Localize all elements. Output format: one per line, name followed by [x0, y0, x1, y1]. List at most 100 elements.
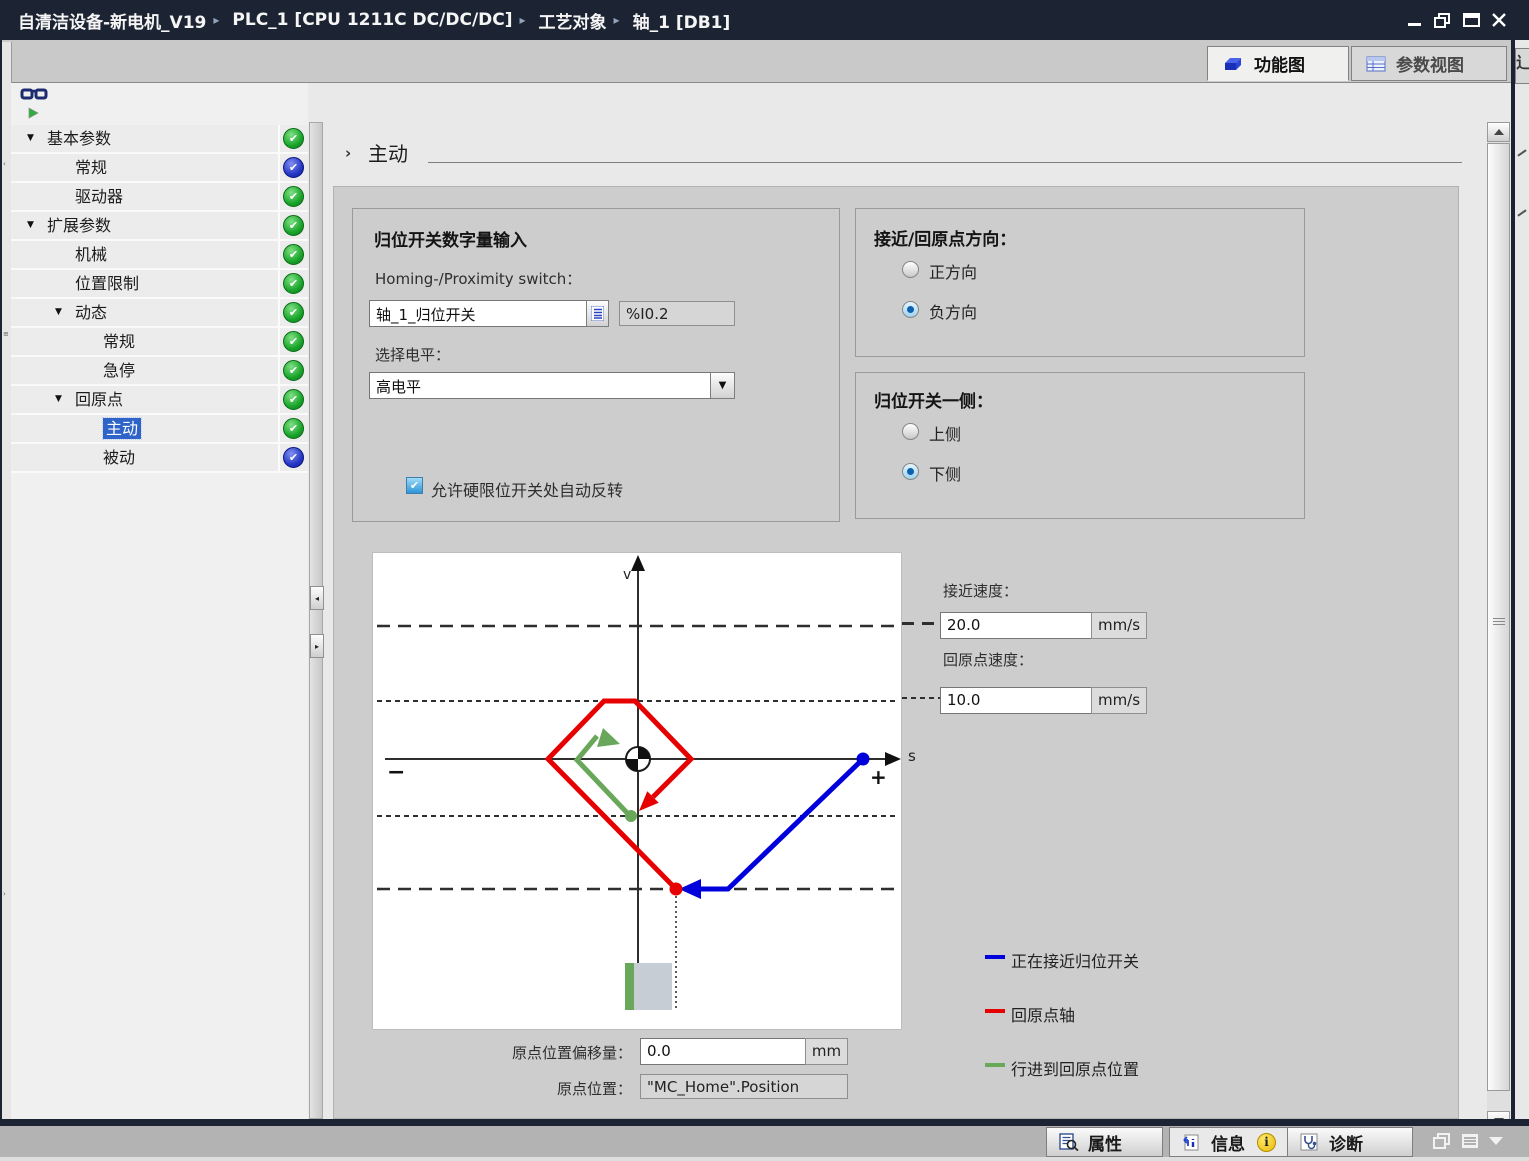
title-bar: 自清洁设备-新电机_V19 ▸ PLC_1 [CPU 1211C DC/DC/D… [0, 0, 1529, 40]
right-panel-mark[interactable] [1517, 209, 1526, 216]
homing-speed-connector [902, 697, 942, 699]
breadcrumb-project[interactable]: 自清洁设备-新电机_V19 [18, 8, 206, 33]
approach-speed-unit: mm/s [1091, 612, 1147, 639]
tab-info-label: 信息 [1211, 1130, 1245, 1155]
float-panel-icon[interactable] [1432, 1132, 1452, 1150]
tab-diagnostics[interactable]: 诊断 [1287, 1127, 1413, 1157]
view-tab-strip: 功能图 参数视图 [2, 40, 1511, 83]
sidebar-item-homing-active[interactable]: 主动 ✔ [11, 415, 308, 444]
scroll-up-icon[interactable] [1487, 122, 1510, 142]
parameter-view-icon [1366, 56, 1386, 72]
plus-label: + [870, 765, 887, 789]
negative-direction-label: 负方向 [929, 299, 977, 323]
sidebar-item-mechanics[interactable]: 机械 ✔ [11, 241, 308, 270]
approach-speed-label: 接近速度： [943, 580, 1018, 601]
right-panel-mark[interactable] [1517, 149, 1526, 156]
sidebar-item-emergency-stop[interactable]: 急停 ✔ [11, 357, 308, 386]
expander-icon[interactable]: ▼ [27, 125, 34, 152]
splitter-left-icon[interactable]: ◂ [310, 586, 324, 610]
status-ok-icon: ✔ [283, 418, 304, 439]
chevron-down-icon[interactable] [1488, 1136, 1504, 1146]
level-label: 选择电平： [375, 344, 450, 365]
legend-label-approach: 正在接近归位开关 [1011, 948, 1139, 972]
status-info-icon: ✔ [283, 157, 304, 178]
expander-icon[interactable]: ▼ [55, 299, 62, 326]
approach-speed-input[interactable]: 20.0 [940, 612, 1092, 639]
diagnostics-icon [1300, 1133, 1320, 1151]
panel-list-icon[interactable] [1460, 1132, 1480, 1150]
page-title: 主动 [368, 138, 408, 167]
expander-icon[interactable]: ▼ [55, 386, 62, 413]
play-icon[interactable] [27, 104, 39, 123]
direction-groupbox: 接近/回原点方向： 正方向 负方向 [855, 208, 1305, 357]
status-ok-icon: ✔ [283, 302, 304, 323]
breadcrumb-axis[interactable]: 轴_1 [DB1] [633, 8, 731, 33]
status-ok-icon: ✔ [283, 273, 304, 294]
homing-speed-label: 回原点速度： [943, 649, 1033, 670]
auto-reverse-checkbox[interactable]: ✔ [406, 477, 423, 494]
minimize-button[interactable] [1403, 9, 1427, 31]
homing-speed-input[interactable]: 10.0 [940, 687, 1092, 714]
function-view-icon [1222, 55, 1244, 73]
tab-diagnostics-label: 诊断 [1329, 1130, 1363, 1155]
splitter-menu-icon[interactable]: ≡ [3, 330, 9, 338]
s-axis-label: s [908, 747, 916, 765]
sidebar-item-homing[interactable]: ▼ 回原点 ✔ [11, 386, 308, 415]
sidebar-item-basic-parameters[interactable]: ▼ 基本参数 ✔ [11, 125, 308, 154]
sidebar-item-drive[interactable]: 驱动器 ✔ [11, 183, 308, 212]
sidebar-item-dynamics-general[interactable]: 常规 ✔ [11, 328, 308, 357]
tab-parameter-view[interactable]: 参数视图 [1351, 46, 1507, 81]
section-rule [428, 162, 1462, 163]
level-dropdown-button[interactable]: ▼ [710, 372, 735, 399]
restore-button[interactable] [1431, 9, 1455, 31]
groupbox-title: 接近/回原点方向： [874, 225, 1016, 250]
breadcrumb-separator-icon: ▸ [213, 13, 219, 27]
splitter-collapse-icon[interactable]: › [3, 890, 6, 898]
scrollbar-thumb[interactable] [1487, 143, 1510, 1091]
lower-side-radio[interactable] [902, 463, 919, 480]
negative-direction-radio[interactable] [902, 301, 919, 318]
inspector-top-border [0, 1119, 1529, 1126]
info-icon [1182, 1133, 1202, 1151]
right-panel-partial-tab[interactable]: 辶 [1515, 48, 1529, 84]
breadcrumb-plc[interactable]: PLC_1 [CPU 1211C DC/DC/DC] [232, 10, 512, 30]
tag-browse-button[interactable] [586, 300, 609, 327]
status-ok-icon: ✔ [283, 360, 304, 381]
level-select[interactable]: 高电平 [369, 372, 711, 399]
legend-swatch-travel [985, 1063, 1005, 1067]
sidebar-item-dynamics[interactable]: ▼ 动态 ✔ [11, 299, 308, 328]
splitter-right-icon[interactable]: ▸ [310, 634, 324, 658]
v-axis-label: v [623, 567, 631, 583]
upper-side-radio[interactable] [902, 423, 919, 440]
switch-address-field: %I0.2 [619, 301, 735, 326]
switch-label: Homing-/Proximity switch： [375, 268, 581, 289]
tab-properties[interactable]: 属性 [1046, 1127, 1163, 1157]
minus-label: − [387, 760, 405, 785]
status-info-icon: ✔ [283, 447, 304, 468]
groupbox-title: 归位开关一侧： [874, 387, 993, 412]
right-collapsed-panel[interactable]: 辶 [1515, 42, 1529, 1161]
splitter-collapse-icon[interactable]: ‹ [3, 160, 6, 168]
auto-reverse-label: 允许硬限位开关处自动反转 [431, 477, 623, 501]
maximize-button[interactable] [1460, 9, 1484, 31]
legend-label-homing: 回原点轴 [1011, 1002, 1075, 1026]
status-ok-icon: ✔ [283, 389, 304, 410]
tab-function-view-label: 功能图 [1254, 51, 1305, 76]
sidebar-item-homing-passive[interactable]: 被动 ✔ [11, 444, 308, 473]
sidebar-item-position-limits[interactable]: 位置限制 ✔ [11, 270, 308, 299]
expander-icon[interactable]: ▼ [27, 212, 34, 239]
homing-switch-input[interactable]: 轴_1_归位开关 [369, 300, 587, 327]
inspector-bottom-strip [0, 1157, 1529, 1161]
home-offset-input[interactable]: 0.0 [640, 1038, 806, 1065]
close-icon[interactable] [1487, 9, 1511, 31]
main-scrollbar[interactable] [1487, 122, 1510, 1131]
breadcrumb-tech-objects[interactable]: 工艺对象 [539, 8, 607, 33]
tab-function-view[interactable]: 功能图 [1207, 46, 1349, 81]
section-chevron-icon[interactable]: › [345, 144, 351, 162]
tree-status-divider [278, 125, 280, 473]
status-ok-icon: ✔ [283, 128, 304, 149]
sidebar-item-general[interactable]: 常规 ✔ [11, 154, 308, 183]
sidebar-item-extended-parameters[interactable]: ▼ 扩展参数 ✔ [11, 212, 308, 241]
nav-splitter-bar[interactable]: ◂ ▸ [309, 122, 323, 1119]
positive-direction-radio[interactable] [902, 261, 919, 278]
